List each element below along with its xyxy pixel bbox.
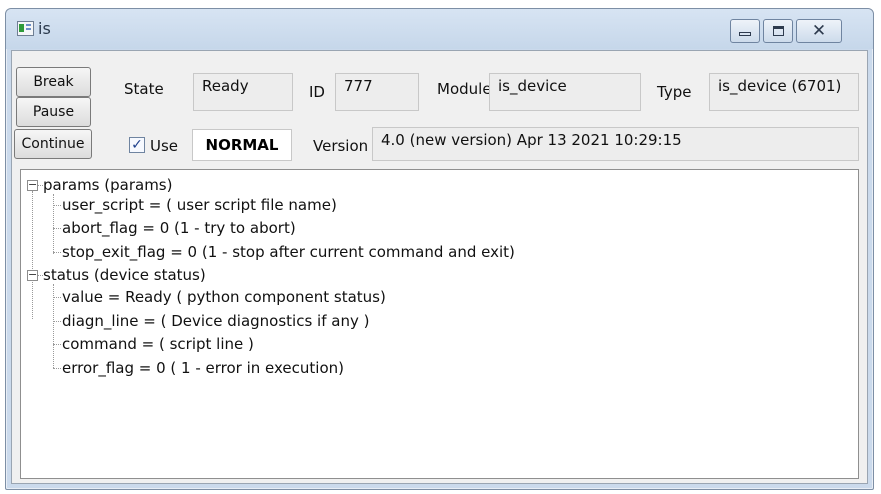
- app-window: is ✕ Break Pause Continue State Ready ID…: [5, 8, 874, 490]
- checkmark-icon: ✓: [131, 137, 143, 153]
- tree-item[interactable]: command = ( script line ): [62, 335, 254, 353]
- close-icon: ✕: [811, 20, 827, 41]
- type-label: Type: [657, 83, 692, 101]
- use-label: Use: [150, 137, 179, 155]
- version-label: Version: [313, 137, 369, 155]
- break-button[interactable]: Break: [16, 67, 91, 97]
- type-value: is_device (6701): [709, 73, 859, 111]
- maximize-icon: [772, 26, 784, 36]
- tree-node-params[interactable]: params (params): [43, 176, 172, 194]
- collapse-icon[interactable]: −: [27, 179, 38, 191]
- tree-item[interactable]: user_script = ( user script file name): [62, 196, 337, 214]
- version-value: 4.0 (new version) Apr 13 2021 10:29:15: [372, 127, 859, 161]
- app-icon: [17, 21, 34, 36]
- title-bar[interactable]: is ✕: [6, 9, 873, 49]
- maximize-button[interactable]: [763, 19, 793, 43]
- collapse-icon[interactable]: −: [27, 269, 38, 281]
- parameter-tree[interactable]: − params (params) user_script = ( user s…: [20, 169, 859, 479]
- state-label: State: [124, 80, 164, 98]
- module-value: is_device: [489, 73, 641, 111]
- tree-item[interactable]: value = Ready ( python component status): [62, 288, 386, 306]
- client-area: Break Pause Continue State Ready ID 777 …: [11, 50, 868, 484]
- tree-item[interactable]: stop_exit_flag = 0 (1 - stop after curre…: [62, 243, 515, 261]
- mode-indicator: NORMAL: [192, 129, 292, 161]
- close-button[interactable]: ✕: [796, 19, 842, 43]
- window-title: is: [38, 19, 51, 38]
- id-value: 777: [335, 73, 419, 111]
- pause-button[interactable]: Pause: [16, 97, 91, 127]
- minimize-icon: [739, 32, 751, 36]
- tree-node-status[interactable]: status (device status): [43, 266, 206, 284]
- continue-button[interactable]: Continue: [14, 129, 92, 159]
- tree-item[interactable]: diagn_line = ( Device diagnostics if any…: [62, 312, 369, 330]
- state-value: Ready: [193, 73, 293, 111]
- use-checkbox[interactable]: ✓: [129, 137, 145, 153]
- tree-item[interactable]: abort_flag = 0 (1 - try to abort): [62, 219, 296, 237]
- tree-item[interactable]: error_flag = 0 ( 1 - error in execution): [62, 359, 344, 377]
- minimize-button[interactable]: [730, 19, 760, 43]
- module-label: Module: [437, 80, 492, 98]
- id-label: ID: [309, 83, 325, 101]
